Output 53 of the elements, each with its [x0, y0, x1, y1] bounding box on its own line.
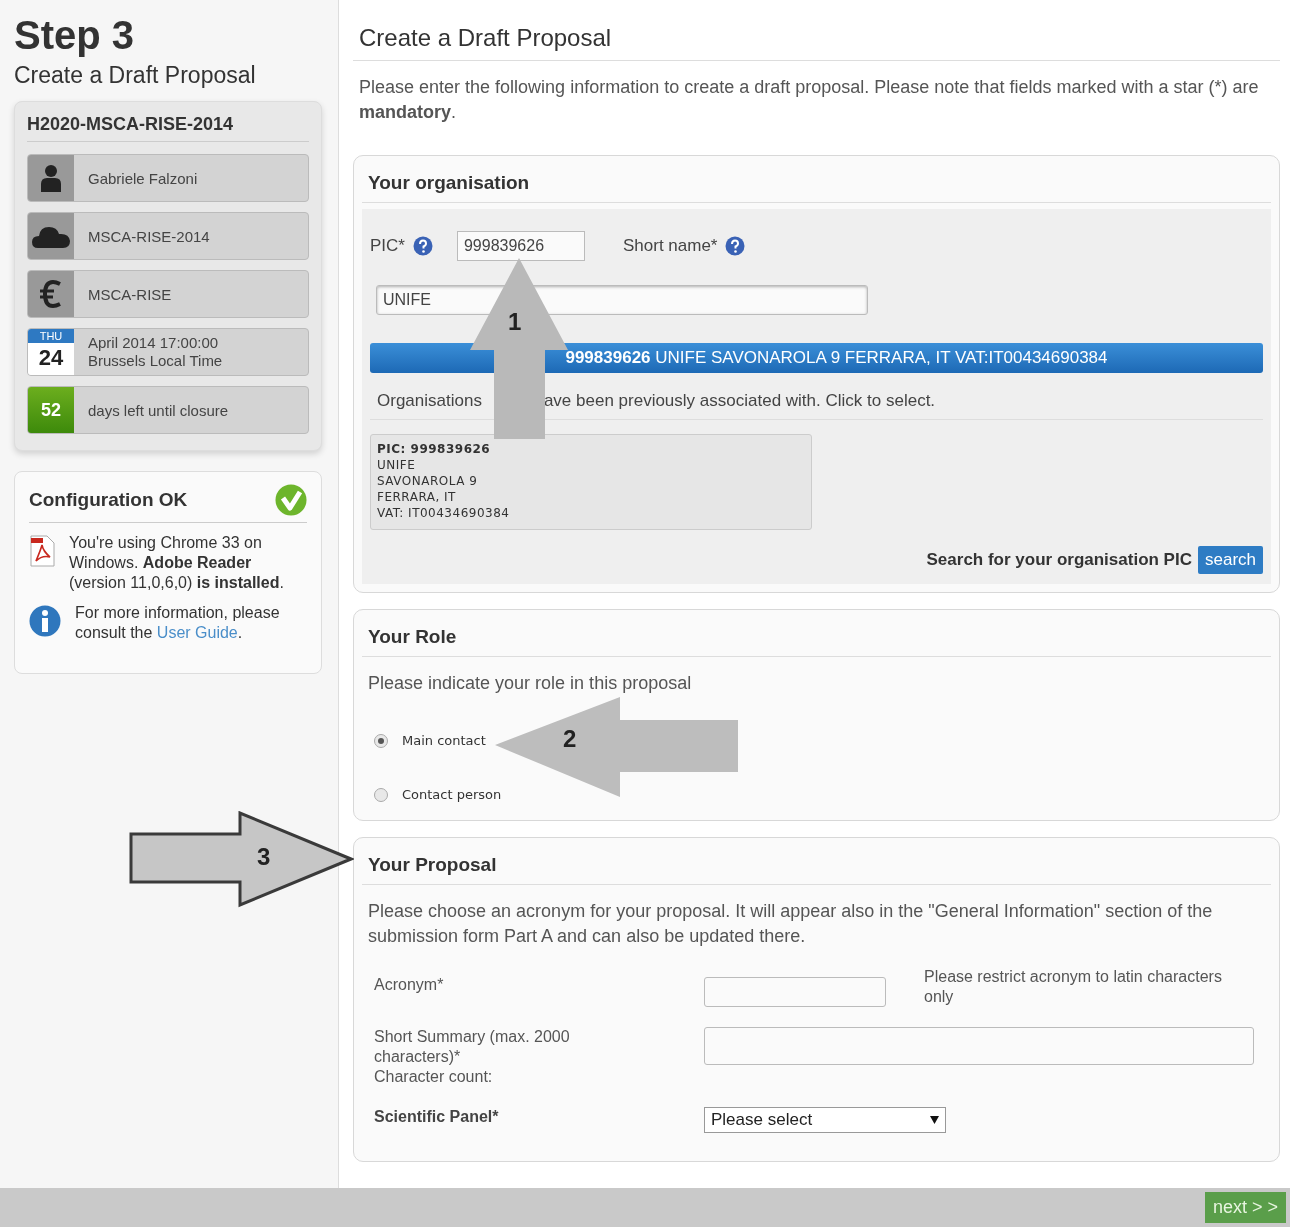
call-info-text: Gabriele Falzoni: [87, 168, 198, 189]
proposal-intro: Please choose an acronym for your proposal. It will appear also in the "General Information" section of the submission form Part A and can also be updated there.: [367, 900, 1214, 948]
role-prompt: Please indicate your role in this proposal: [367, 672, 693, 695]
call-title: H2020-MSCA-RISE-2014: [27, 114, 309, 142]
call-info-text: MSCA-RISE: [87, 284, 172, 305]
search-label: Search for your organisation PIC: [926, 550, 1192, 570]
deadline-text: Brussels Local Time: [88, 352, 223, 370]
short-name-label: Short name*: [622, 236, 718, 256]
pdf-file-icon: [29, 535, 55, 567]
field-label: Scientific Panel*: [374, 1107, 500, 1127]
days-left-count: 52: [28, 387, 74, 433]
intro-text: Please enter the following information to create a draft proposal. Please note that fields marked with a star (*) are mandatory.: [358, 76, 1260, 124]
radio-label: Main contact: [402, 733, 486, 748]
info-icon: [29, 605, 61, 637]
previous-organisation-card[interactable]: PIC: 999839626 UNIFE SAVONAROLA 9 FERRARA, IT VAT: IT00434690384: [370, 434, 812, 530]
previous-organisations-note: Organisations: [377, 391, 482, 411]
search-button[interactable]: search: [1197, 546, 1263, 574]
pic-label: PIC*: [370, 236, 405, 256]
acronym-input[interactable]: [704, 977, 886, 1007]
step-title: Step 3: [14, 12, 136, 58]
section-title: Your Role: [362, 610, 1271, 657]
deadline-text: April 2014 17:00:00: [88, 334, 220, 352]
calendar-weekday: THU: [28, 329, 74, 343]
character-count-label: Character count:: [374, 1067, 494, 1087]
cloud-icon: [32, 224, 70, 248]
check-icon: [275, 484, 307, 516]
help-icon[interactable]: [412, 236, 433, 256]
field-label: Short Summary (max. 2000 characters)*: [374, 1027, 571, 1067]
page-title: Create a Draft Proposal: [353, 12, 1280, 61]
radio-label: Contact person: [402, 787, 502, 802]
field-label: Acronym*: [374, 975, 445, 995]
arrow-number: 3: [257, 845, 271, 869]
step-subtitle: Create a Draft Proposal: [14, 62, 257, 89]
help-icon[interactable]: [725, 236, 746, 256]
section-title: Your Proposal: [362, 838, 1271, 885]
field-hint: Please restrict acronym to latin characters only: [924, 967, 1223, 1007]
countdown-text: days left until closure: [87, 400, 229, 421]
configuration-message: For more information, please consult the User Guide.: [75, 603, 281, 643]
organisation-suggestion[interactable]: 999839626 UNIFE SAVONAROLA 9 FERRARA, IT VAT:IT00434690384: [370, 343, 1263, 373]
previous-organisations-note: ave been previously associated with. Click to select.: [543, 391, 936, 411]
call-info-text: MSCA-RISE-2014: [87, 226, 210, 247]
radio-button[interactable]: [374, 733, 388, 748]
pic-input[interactable]: 999839626: [456, 231, 585, 261]
configuration-message: You're using Chrome 33 on Windows. Adobe Reader (version 11,0,6,0) is installed.: [69, 533, 285, 593]
calendar-day: 24: [28, 343, 74, 373]
caret-icon: [930, 1116, 939, 1124]
radio-button[interactable]: [374, 787, 388, 802]
arrow-number: 2: [563, 727, 577, 751]
euro-icon: [39, 280, 63, 308]
configuration-title: Configuration OK: [29, 489, 188, 511]
section-title: Your organisation: [362, 156, 1271, 203]
panel-dropdown[interactable]: Please select: [704, 1107, 946, 1133]
person-icon: [40, 164, 62, 192]
